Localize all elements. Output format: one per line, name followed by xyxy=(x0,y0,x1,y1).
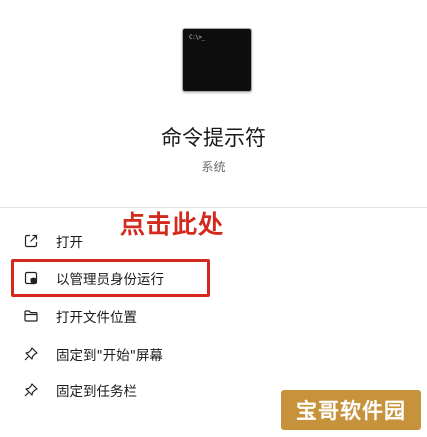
menu-item-label: 固定到任务栏 xyxy=(56,384,137,400)
open-external-icon xyxy=(22,232,40,250)
highlight-box xyxy=(11,259,210,297)
pin-icon xyxy=(22,345,40,363)
menu-item-open-file-location[interactable]: 打开文件位置 xyxy=(14,301,214,331)
command-prompt-app-icon: C:\>_ xyxy=(182,28,252,92)
folder-icon xyxy=(22,307,40,325)
menu-item-pin-to-start[interactable]: 固定到"开始"屏幕 xyxy=(14,339,214,369)
menu-item-pin-to-taskbar[interactable]: 固定到任务栏 xyxy=(14,375,214,405)
prompt-glyph: C:\>_ xyxy=(189,34,205,41)
watermark: 宝哥软件园 xyxy=(281,390,421,430)
pin-icon xyxy=(22,381,40,399)
menu-item-label: 打开 xyxy=(56,235,83,251)
app-name: 命令提示符 xyxy=(161,126,266,150)
menu-item-open[interactable]: 打开 xyxy=(14,226,214,256)
menu-item-label: 固定到"开始"屏幕 xyxy=(56,348,163,364)
app-category: 系统 xyxy=(201,160,226,174)
menu-item-label: 打开文件位置 xyxy=(56,310,137,326)
